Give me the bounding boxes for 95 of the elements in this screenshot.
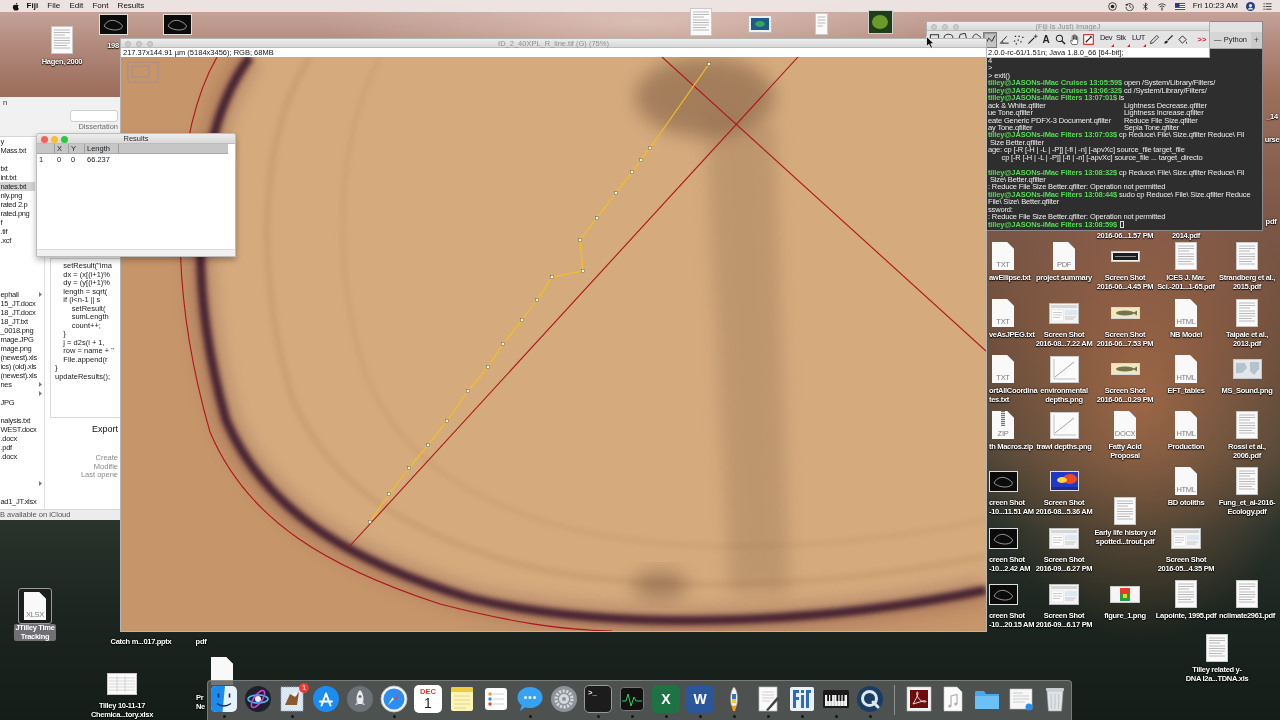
notepad-icon[interactable] [448,685,476,713]
disclosure-arrow-icon[interactable] [39,481,42,486]
screenshot-thumbnail-icon[interactable] [1171,527,1201,549]
document-thumbnail-icon[interactable] [1236,580,1258,608]
document-tile[interactable]: W [686,685,714,713]
screenshot-thumbnail-icon[interactable] [988,527,1018,549]
close-button[interactable] [41,135,48,143]
activity-graph-icon[interactable] [618,685,646,713]
disclosure-arrow-icon[interactable] [39,292,42,297]
brush-icon [1162,34,1174,45]
menu-item[interactable]: Results [113,0,149,12]
color-picker-tool[interactable] [1081,31,1095,48]
dropdown-triangle-icon [1111,43,1114,47]
chart-thumbnail-icon[interactable] [1049,411,1079,439]
spreadsheet-thumbnail-icon[interactable] [107,673,137,695]
screenshot-thumbnail-icon[interactable] [748,15,772,33]
q-ring-icon[interactable] [856,685,884,713]
heatmap-thumbnail-icon[interactable] [1049,471,1079,491]
user-circle-icon[interactable] [1246,1,1255,11]
screenshot-thumbnail-icon[interactable] [1049,302,1079,324]
list-icon[interactable] [1263,1,1272,11]
hand-icon [1068,34,1080,45]
record-circle-icon[interactable] [1107,1,1117,11]
disclosure-arrow-icon[interactable] [39,391,42,396]
document-stack-icon[interactable] [1007,685,1035,713]
rocket-circle-icon[interactable] [346,685,374,713]
magnifier-icon [1054,34,1066,45]
file-title: Export [91,424,119,434]
dropdown-triangle-icon [1127,43,1130,47]
document-thumbnail-icon[interactable] [51,26,73,54]
oval-tool[interactable] [941,31,955,38]
freehand-shape-icon [970,32,982,38]
search-field[interactable] [70,109,118,122]
document-thumbnail-icon[interactable] [1175,580,1197,608]
screenshot-thumbnail-icon[interactable] [988,583,1018,605]
document-thumbnail-icon[interactable] [1236,411,1258,439]
menu-item[interactable]: Font [87,0,113,12]
zoom-indicator-icon [127,61,159,83]
speech-bubble-icon[interactable] [516,685,544,713]
polyline-icon [984,34,996,45]
pencil-icon [1148,34,1160,45]
screenshot-thumbnail-icon[interactable] [1049,527,1079,549]
document-thumbnail-icon[interactable] [1236,467,1258,495]
checklist-icon[interactable] [482,685,510,713]
document-thumbnail-icon[interactable] [1206,634,1228,662]
photo-thumbnail-icon[interactable] [1110,363,1140,375]
stamp-icon[interactable] [278,685,306,713]
dots-icon [1012,34,1024,45]
paint-bucket-icon [1176,34,1188,45]
rectangle-tool[interactable] [927,31,941,38]
bluetooth-icon[interactable] [1141,1,1149,11]
block-logo-icon[interactable] [788,685,816,713]
new-tab-button[interactable]: + [1251,32,1262,48]
screenshot-thumbnail-icon[interactable] [988,470,1018,492]
dark-spot [632,571,688,599]
screenshot-thumbnail-icon[interactable] [162,13,192,35]
compass-icon[interactable] [380,685,408,713]
polygon-icon [956,32,968,38]
spreadsheet-tile[interactable]: X [652,685,680,713]
screenshot-thumbnail-icon[interactable] [1110,250,1140,262]
wifi-icon[interactable] [1156,1,1167,11]
menu-bar-clock[interactable]: Fri 10:23 AM [1192,0,1238,12]
screenshot-thumbnail-icon[interactable] [98,13,128,35]
screenshot-thumbnail-icon[interactable] [1049,583,1079,605]
menu-item[interactable]: File [42,0,65,12]
photo-thumbnail-icon[interactable] [867,10,893,34]
eyedropper-icon [1082,34,1094,45]
chart-thumbnail-icon[interactable] [1049,355,1079,383]
a-shape-circle-icon[interactable] [312,685,340,713]
document-thumbnail-icon[interactable] [690,8,712,36]
hand-tool[interactable] [1067,31,1081,48]
document-thumbnail-icon[interactable] [1236,299,1258,327]
clock-arrow-icon[interactable] [1124,1,1134,11]
document-thumbnail-icon[interactable] [1114,497,1136,525]
disclosure-arrow-icon[interactable] [39,382,42,387]
figure-thumbnail-icon[interactable] [1110,585,1140,603]
app-menu[interactable]: Fiji [22,0,43,12]
gradient-orb-icon[interactable] [244,685,272,713]
document-thumbnail-icon[interactable] [1236,242,1258,270]
smiling-face-tile-icon[interactable] [210,685,238,713]
text-tool[interactable]: A [1039,31,1053,48]
menu-item[interactable]: Edit [64,0,88,12]
apple-logo-icon[interactable] [12,1,20,11]
angle-icon [998,34,1010,45]
gear-icon[interactable] [550,685,578,713]
wand-icon [1026,34,1038,45]
freehand-tool[interactable] [969,31,983,38]
dropdown-triangle-icon [1143,43,1146,47]
map-thumbnail-icon[interactable] [1232,359,1262,379]
horizontal-scrollbar[interactable] [37,249,235,256]
document-thumbnail-icon[interactable] [814,13,828,35]
document-window-icon[interactable] [905,685,933,713]
flag-icon[interactable] [1174,2,1185,10]
photo-thumbnail-icon[interactable] [1110,307,1140,319]
document-thumbnail-icon[interactable] [1175,242,1197,270]
